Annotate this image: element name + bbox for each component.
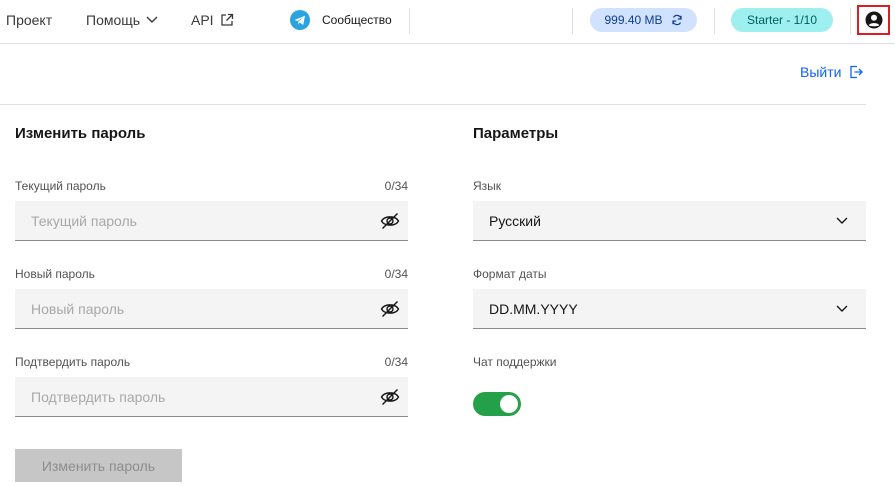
- storage-badge[interactable]: 999.40 MB: [590, 8, 697, 32]
- eye-off-icon[interactable]: [380, 299, 400, 319]
- telegram-icon[interactable]: [290, 10, 310, 30]
- new-password-field: [15, 289, 408, 329]
- nav-api-link[interactable]: API: [191, 12, 234, 28]
- logout-link[interactable]: Выйти: [800, 64, 864, 80]
- confirm-password-label: Подтвердить пароль: [15, 355, 131, 369]
- divider: [409, 8, 410, 34]
- support-chat-toggle[interactable]: [473, 392, 521, 416]
- logout-label: Выйти: [800, 64, 842, 80]
- new-password-counter: 0/34: [384, 267, 408, 281]
- user-menu-button[interactable]: [857, 5, 890, 35]
- nav-api-label: API: [191, 12, 214, 28]
- chevron-down-icon: [146, 16, 158, 23]
- current-password-label: Текущий пароль: [15, 179, 106, 193]
- external-link-icon: [220, 13, 233, 26]
- refresh-icon[interactable]: [671, 14, 683, 26]
- current-password-counter: 0/34: [384, 179, 408, 193]
- parameters-title: Параметры: [473, 125, 559, 142]
- confirm-password-counter: 0/34: [384, 355, 408, 369]
- section-divider: [0, 104, 866, 105]
- divider: [572, 8, 573, 34]
- confirm-password-input[interactable]: [15, 377, 375, 417]
- chevron-down-icon: [836, 217, 848, 224]
- nav-project-label: Проект: [6, 12, 53, 28]
- plan-label: Starter - 1/10: [746, 13, 818, 27]
- confirm-password-field: [15, 377, 408, 417]
- user-avatar-icon: [865, 11, 882, 29]
- eye-off-icon[interactable]: [380, 387, 400, 407]
- new-password-input[interactable]: [15, 289, 375, 329]
- logout-icon: [850, 65, 864, 79]
- date-format-label: Формат даты: [473, 267, 547, 281]
- language-label: Язык: [473, 179, 502, 193]
- community-link[interactable]: Сообщество: [322, 13, 392, 27]
- language-select[interactable]: Русский: [473, 201, 866, 241]
- plan-badge[interactable]: Starter - 1/10: [731, 8, 833, 32]
- current-password-field: [15, 201, 408, 241]
- toggle-knob: [500, 395, 518, 413]
- date-format-value: DD.MM.YYYY: [489, 301, 578, 317]
- change-password-title: Изменить пароль: [15, 125, 146, 142]
- divider: [850, 8, 851, 34]
- storage-value: 999.40 MB: [604, 13, 663, 27]
- nav-project[interactable]: Проект: [6, 12, 52, 28]
- support-chat-label: Чат поддержки: [473, 355, 557, 369]
- nav-help-label: Помощь: [86, 12, 141, 28]
- eye-off-icon[interactable]: [380, 211, 400, 231]
- change-password-button[interactable]: Изменить пароль: [15, 449, 182, 482]
- nav-help-menu[interactable]: Помощь: [86, 12, 158, 28]
- divider: [714, 8, 715, 34]
- current-password-input[interactable]: [15, 201, 375, 241]
- language-value: Русский: [489, 213, 541, 229]
- new-password-label: Новый пароль: [15, 267, 95, 281]
- date-format-select[interactable]: DD.MM.YYYY: [473, 289, 866, 329]
- chevron-down-icon: [836, 305, 848, 312]
- top-navigation: Проект Помощь API Сообщество 999.40 MB S…: [0, 0, 895, 44]
